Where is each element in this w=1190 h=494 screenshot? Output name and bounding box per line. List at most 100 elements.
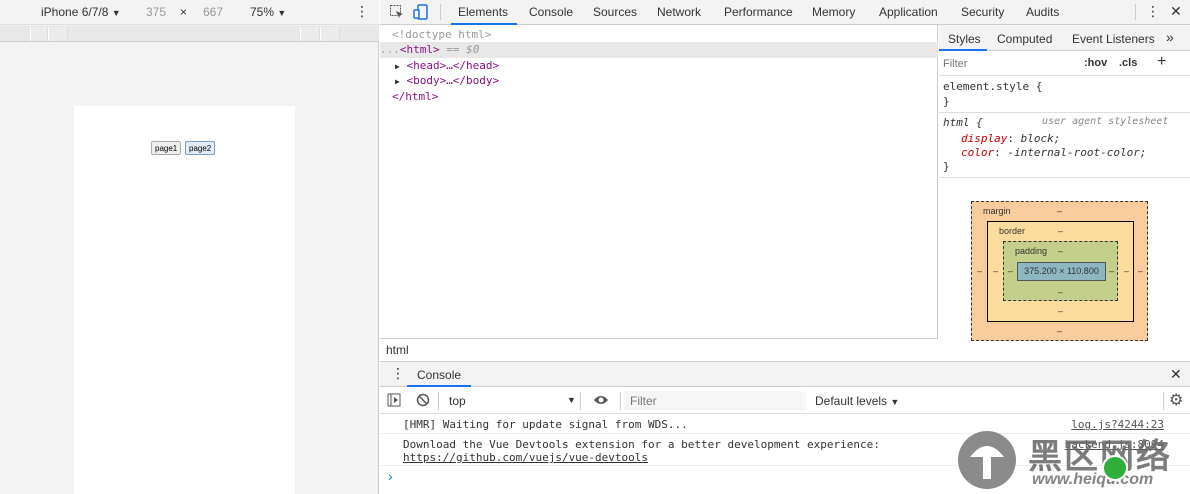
device-select[interactable]: iPhone 6/7/8 ▼ (41, 5, 121, 19)
status-badge-icon (1102, 455, 1128, 481)
tab-security[interactable]: Security (961, 5, 1004, 19)
close-brace: } (943, 95, 950, 108)
more-tabs-icon[interactable]: » (1166, 29, 1174, 45)
ruler-segment[interactable] (320, 27, 340, 41)
property-name: display (961, 132, 1008, 145)
tab-memory[interactable]: Memory (812, 5, 855, 19)
watermark-logo-icon (958, 431, 1016, 489)
drawer-tab-console[interactable]: Console (417, 368, 461, 382)
tab-performance[interactable]: Performance (724, 5, 793, 19)
divider (1163, 392, 1164, 410)
breadcrumb-html[interactable]: html (386, 343, 409, 357)
drawer-menu-icon[interactable]: ⋮ (391, 365, 405, 382)
chevron-down-icon[interactable]: ▼ (567, 395, 576, 405)
ruler-segment[interactable] (30, 27, 48, 41)
device-name: iPhone 6/7/8 (41, 5, 109, 19)
html-node[interactable]: ...<html> == $0 (380, 43, 479, 56)
log-levels-select[interactable]: Default levels ▼ (815, 394, 899, 408)
css-property-color[interactable]: color: -internal-root-color; (961, 146, 1146, 159)
inspect-element-icon[interactable] (389, 4, 405, 23)
element-style-selector[interactable]: element.style { (943, 80, 1042, 93)
border-top-value: – (1058, 226, 1064, 236)
divider (939, 177, 1190, 178)
ellipsis: ... (380, 43, 400, 56)
add-rule-icon[interactable]: + (1157, 53, 1166, 71)
divider (580, 392, 581, 410)
page1-button[interactable]: page1 (151, 141, 182, 155)
body-tag: <body>…</body> (406, 74, 500, 87)
html-close-node[interactable]: </html> (392, 90, 438, 103)
console-message: Download the Vue Devtools extension for … (403, 438, 880, 451)
padding-bottom-value: – (1058, 287, 1064, 297)
padding-top-value: – (1058, 246, 1064, 256)
property-value: block; (1020, 132, 1061, 145)
active-tab-indicator (407, 385, 471, 387)
settings-gear-icon[interactable]: ⚙ (1169, 390, 1183, 410)
css-property-display[interactable]: display: block; (961, 132, 1060, 145)
console-prompt-icon[interactable]: › (388, 468, 393, 484)
drawer-close-icon[interactable]: ✕ (1170, 366, 1182, 383)
log-levels-label: Default levels (815, 394, 888, 408)
margin-box[interactable]: margin – – – – border – – – – padding – … (971, 201, 1148, 341)
ruler-segment[interactable] (48, 27, 68, 41)
devtools-tabbar: Elements Console Sources Network Perform… (380, 0, 1190, 25)
doctype-node[interactable]: <!doctype html> (392, 28, 491, 41)
context-select[interactable]: top (449, 394, 466, 408)
more-options-icon[interactable]: ⋮ (1146, 3, 1160, 20)
tab-console[interactable]: Console (529, 5, 573, 19)
margin-bottom-value: – (1057, 326, 1063, 336)
border-right-value: – (1124, 266, 1130, 276)
tab-application[interactable]: Application (879, 5, 938, 19)
ruler-segment[interactable] (300, 27, 320, 41)
padding-right-value: – (1109, 266, 1115, 276)
vue-devtools-link[interactable]: https://github.com/vuejs/vue-devtools (403, 451, 648, 464)
tab-styles[interactable]: Styles (948, 32, 981, 46)
padding-box[interactable]: padding – – – – 375.200 × 110.800 (1003, 241, 1118, 301)
box-model-diagram: margin – – – – border – – – – padding – … (971, 201, 1148, 341)
eye-icon[interactable] (593, 394, 609, 409)
styles-tabbar: Styles Computed Event Listeners » (939, 25, 1190, 51)
width-input[interactable]: 375 (146, 5, 166, 19)
expand-triangle-icon[interactable]: ▶ (395, 77, 400, 86)
head-node[interactable]: ▶ <head>…</head> (395, 59, 499, 72)
media-query-ruler[interactable] (0, 26, 379, 42)
expand-triangle-icon[interactable]: ▶ (395, 62, 400, 71)
margin-left-value: – (977, 266, 983, 276)
divider (939, 112, 1190, 113)
chevron-down-icon: ▼ (277, 8, 287, 18)
tab-event-listeners[interactable]: Event Listeners (1072, 32, 1155, 46)
drawer-header: ⋮ Console ✕ (380, 362, 1190, 387)
active-tab-indicator (939, 49, 987, 51)
console-filter-input[interactable] (624, 391, 806, 410)
tab-audits[interactable]: Audits (1026, 5, 1059, 19)
border-box[interactable]: border – – – – padding – – – – 375.200 ×… (987, 221, 1134, 322)
height-input[interactable]: 667 (203, 5, 223, 19)
tab-computed[interactable]: Computed (997, 32, 1052, 46)
cls-toggle[interactable]: .cls (1119, 57, 1137, 69)
device-toggle-icon[interactable] (413, 4, 429, 23)
page2-button[interactable]: page2 (185, 141, 216, 155)
margin-top-value: – (1057, 206, 1063, 216)
html-rule-selector[interactable]: html { (943, 116, 983, 129)
margin-right-value: – (1138, 266, 1144, 276)
clear-console-icon[interactable] (416, 393, 430, 410)
border-bottom-value: – (1058, 306, 1064, 316)
margin-label: margin (983, 206, 1011, 216)
property-value: -internal-root-color; (1007, 146, 1147, 159)
zoom-select[interactable]: 75% ▼ (250, 5, 286, 19)
tab-elements[interactable]: Elements (458, 5, 508, 19)
tab-sources[interactable]: Sources (593, 5, 637, 19)
times-icon: × (180, 5, 188, 19)
tab-network[interactable]: Network (657, 5, 701, 19)
styles-filter-input[interactable] (943, 55, 1073, 73)
hov-toggle[interactable]: :hov (1084, 57, 1107, 69)
sidebar-toggle-icon[interactable] (387, 393, 401, 410)
styles-pane: Styles Computed Event Listeners » :hov .… (939, 25, 1190, 360)
body-node[interactable]: ▶ <body>…</body> (395, 74, 499, 87)
close-icon[interactable]: ✕ (1170, 3, 1182, 20)
border-label: border (999, 226, 1026, 236)
breadcrumb: html (380, 338, 938, 360)
more-options-icon[interactable]: ⋮ (355, 3, 369, 20)
content-box[interactable]: 375.200 × 110.800 (1017, 262, 1106, 281)
close-brace: } (943, 160, 950, 173)
